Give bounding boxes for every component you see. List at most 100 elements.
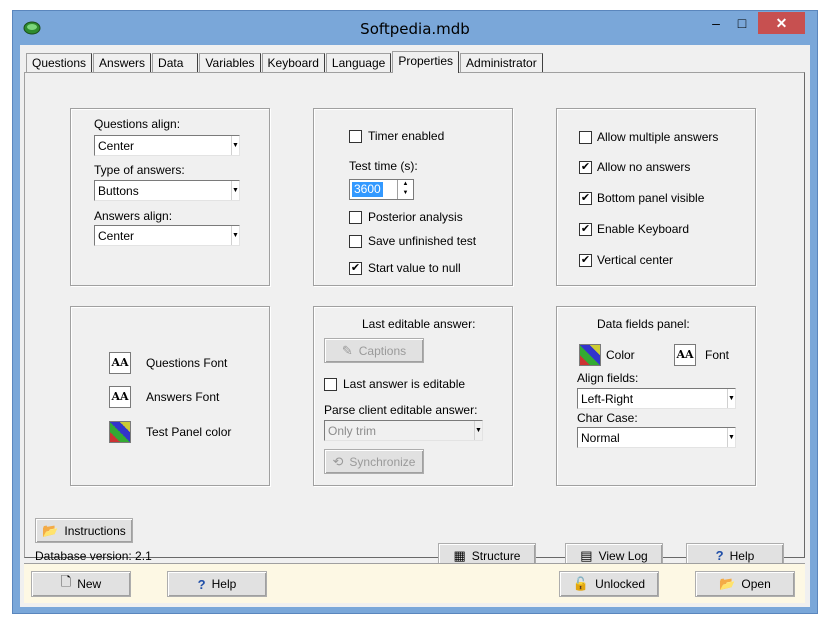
allow-no-label: Allow no answers [597,160,691,174]
tab-data[interactable]: Data [152,53,199,73]
datafields-color-label[interactable]: Color [606,348,635,362]
close-button[interactable]: ✕ [758,12,805,34]
options-group: Allow multiple answers ✔ Allow no answer… [556,108,756,286]
tab-administrator[interactable]: Administrator [460,53,543,73]
log-icon: ▤ [580,547,593,563]
align-fields-select[interactable]: Left-Right ▼ [577,388,736,409]
questions-align-label: Questions align: [94,117,181,131]
save-unfinished-checkbox[interactable] [349,235,362,248]
answers-font-icon[interactable]: AA [109,386,131,408]
title-bar[interactable]: Softpedia.mdb ‒ □ ✕ [13,11,817,45]
maximize-button[interactable]: □ [729,12,755,34]
parse-label: Parse client editable answer: [324,403,478,417]
minimize-button[interactable]: ‒ [703,12,729,34]
questions-font-label[interactable]: Questions Font [146,356,227,370]
answers-font-label[interactable]: Answers Font [146,390,219,404]
test-panel-color-label[interactable]: Test Panel color [146,425,231,439]
synchronize-label: Synchronize [349,454,416,469]
tab-strip: Questions Answers Data Variables Keyboar… [26,51,544,73]
tab-properties[interactable]: Properties [392,51,460,73]
last-answer-editable-checkbox[interactable] [324,378,337,391]
answer-type-label: Type of answers: [94,163,185,177]
folder-open-icon: 📂 [719,576,736,591]
tab-questions[interactable]: Questions [26,53,93,73]
chevron-down-icon[interactable]: ▼ [727,428,735,447]
chevron-down-icon[interactable]: ▼ [474,421,482,440]
instructions-button[interactable]: 📂 Instructions [35,518,133,543]
view-log-label: View Log [598,548,648,563]
synchronize-button[interactable]: ⟲ Synchronize [324,449,424,474]
structure-icon: ▦ [453,547,466,563]
answers-align-select[interactable]: Center ▼ [94,225,240,246]
pencil-icon: ✎ [341,342,353,358]
spinner-arrows-icon[interactable]: ▲ ▼ [397,180,413,199]
properties-panel: Questions align: Center ▼ Type of answer… [24,72,805,568]
start-value-null-checkbox[interactable]: ✔ [349,262,362,275]
timer-enabled-label: Timer enabled [368,129,445,143]
char-case-label: Char Case: [577,411,638,425]
vertical-center-label: Vertical center [597,253,674,267]
answer-type-value: Buttons [98,184,139,198]
palette-icon[interactable] [579,344,601,366]
open-label: Open [741,577,771,591]
bottom-panel-label: Bottom panel visible [597,191,705,205]
unlocked-label: Unlocked [595,577,646,591]
chevron-down-icon[interactable]: ▼ [231,136,239,155]
align-fields-label: Align fields: [577,371,639,385]
datafields-group: Data fields panel: Color AA Font Align f… [556,306,756,486]
unlocked-button[interactable]: 🔓 Unlocked [559,571,659,597]
test-time-value[interactable]: 3600 [352,182,383,197]
help-bottom-label: Help [211,577,237,591]
instructions-label: Instructions [64,523,126,538]
char-case-select[interactable]: Normal ▼ [577,427,736,448]
chevron-down-icon[interactable]: ▼ [727,389,735,408]
tab-variables[interactable]: Variables [199,53,261,73]
new-document-icon: 🗋 [60,574,72,589]
allow-multiple-checkbox[interactable] [579,131,592,144]
timer-group: Timer enabled Test time (s): 3600 ▲ ▼ Pos… [313,108,513,286]
questions-align-select[interactable]: Center ▼ [94,135,240,156]
new-button[interactable]: 🗋 New [31,571,131,597]
font-icon[interactable]: AA [674,344,696,366]
test-time-label: Test time (s): [349,159,418,173]
parse-value: Only trim [328,424,376,438]
captions-button[interactable]: ✎ Captions [324,338,424,363]
posterior-analysis-label: Posterior analysis [368,210,463,224]
timer-enabled-checkbox[interactable] [349,130,362,143]
tab-language[interactable]: Language [325,53,392,73]
lock-icon: 🔓 [572,576,590,591]
last-answer-editable-label: Last answer is editable [343,377,466,391]
open-button[interactable]: 📂 Open [695,571,795,597]
palette-icon[interactable] [109,421,131,443]
editable-group: Last editable answer: ✎ Captions Last an… [313,306,513,486]
bottom-panel-checkbox[interactable]: ✔ [579,192,592,205]
enable-keyboard-label: Enable Keyboard [597,222,690,236]
client-area: Questions Answers Data Variables Keyboar… [20,45,810,607]
questions-font-icon[interactable]: AA [109,352,131,374]
align-fields-value: Left-Right [581,392,634,406]
datafields-font-label[interactable]: Font [705,348,729,362]
test-time-spinner[interactable]: 3600 ▲ ▼ [349,179,414,200]
allow-no-checkbox[interactable]: ✔ [579,161,592,174]
answers-align-label: Answers align: [94,209,173,223]
tab-keyboard[interactable]: Keyboard [261,53,325,73]
parse-select[interactable]: Only trim ▼ [324,420,483,441]
window-title: Softpedia.mdb [360,20,470,38]
chevron-down-icon[interactable]: ▼ [231,226,239,245]
save-unfinished-label: Save unfinished test [368,234,477,248]
posterior-analysis-checkbox[interactable] [349,211,362,224]
tab-answers[interactable]: Answers [93,53,152,73]
help-label: Help [729,548,755,563]
db-version-text: Database version: 2.1 [35,549,152,563]
enable-keyboard-checkbox[interactable]: ✔ [579,223,592,236]
help-button[interactable]: ? Help [167,571,267,597]
alignment-group: Questions align: Center ▼ Type of answer… [70,108,270,286]
chevron-down-icon[interactable]: ▼ [231,181,239,200]
editable-header: Last editable answer: [362,317,476,331]
vertical-center-checkbox[interactable]: ✔ [579,254,592,267]
folder-icon: 📂 [42,522,59,538]
structure-label: Structure [471,548,521,563]
datafields-header: Data fields panel: [597,317,690,331]
char-case-value: Normal [581,431,620,445]
answer-type-select[interactable]: Buttons ▼ [94,180,240,201]
